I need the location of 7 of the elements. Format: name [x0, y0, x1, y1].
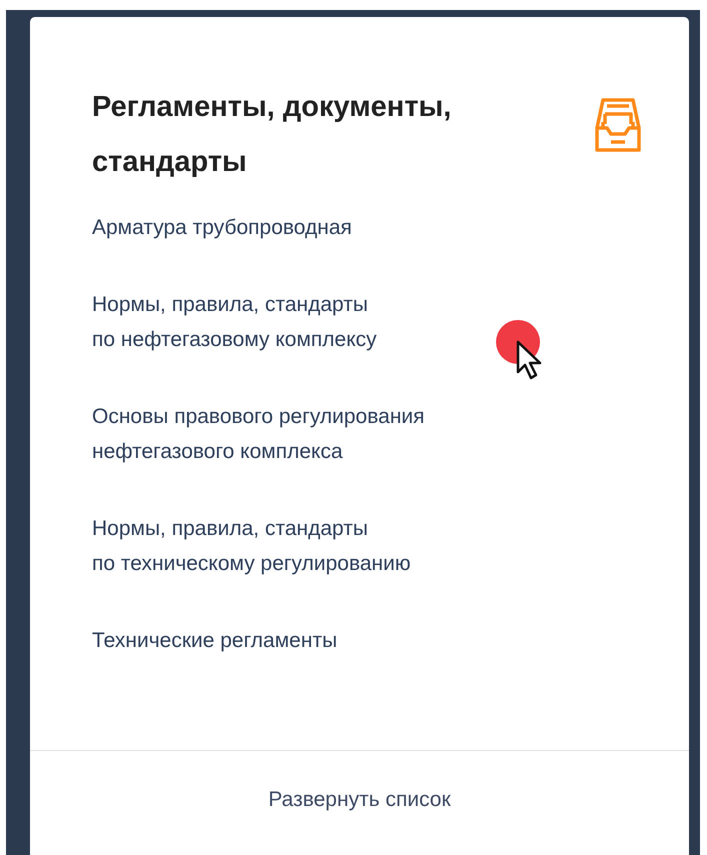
document-link[interactable]: Основы правового регулирования нефтегазового комплекса: [92, 399, 425, 469]
document-link[interactable]: Технические регламенты: [92, 623, 338, 658]
expand-list-button[interactable]: Развернуть список: [268, 784, 451, 816]
document-link[interactable]: Арматура трубопроводная: [92, 210, 352, 245]
card-title: Регламенты, документы, стандарты: [92, 90, 452, 180]
document-link[interactable]: Нормы, правила, стандарты по техническому регулированию: [92, 511, 411, 581]
document-link[interactable]: Нормы, правила, стандарты по нефтегазовому комплексу: [92, 287, 377, 357]
